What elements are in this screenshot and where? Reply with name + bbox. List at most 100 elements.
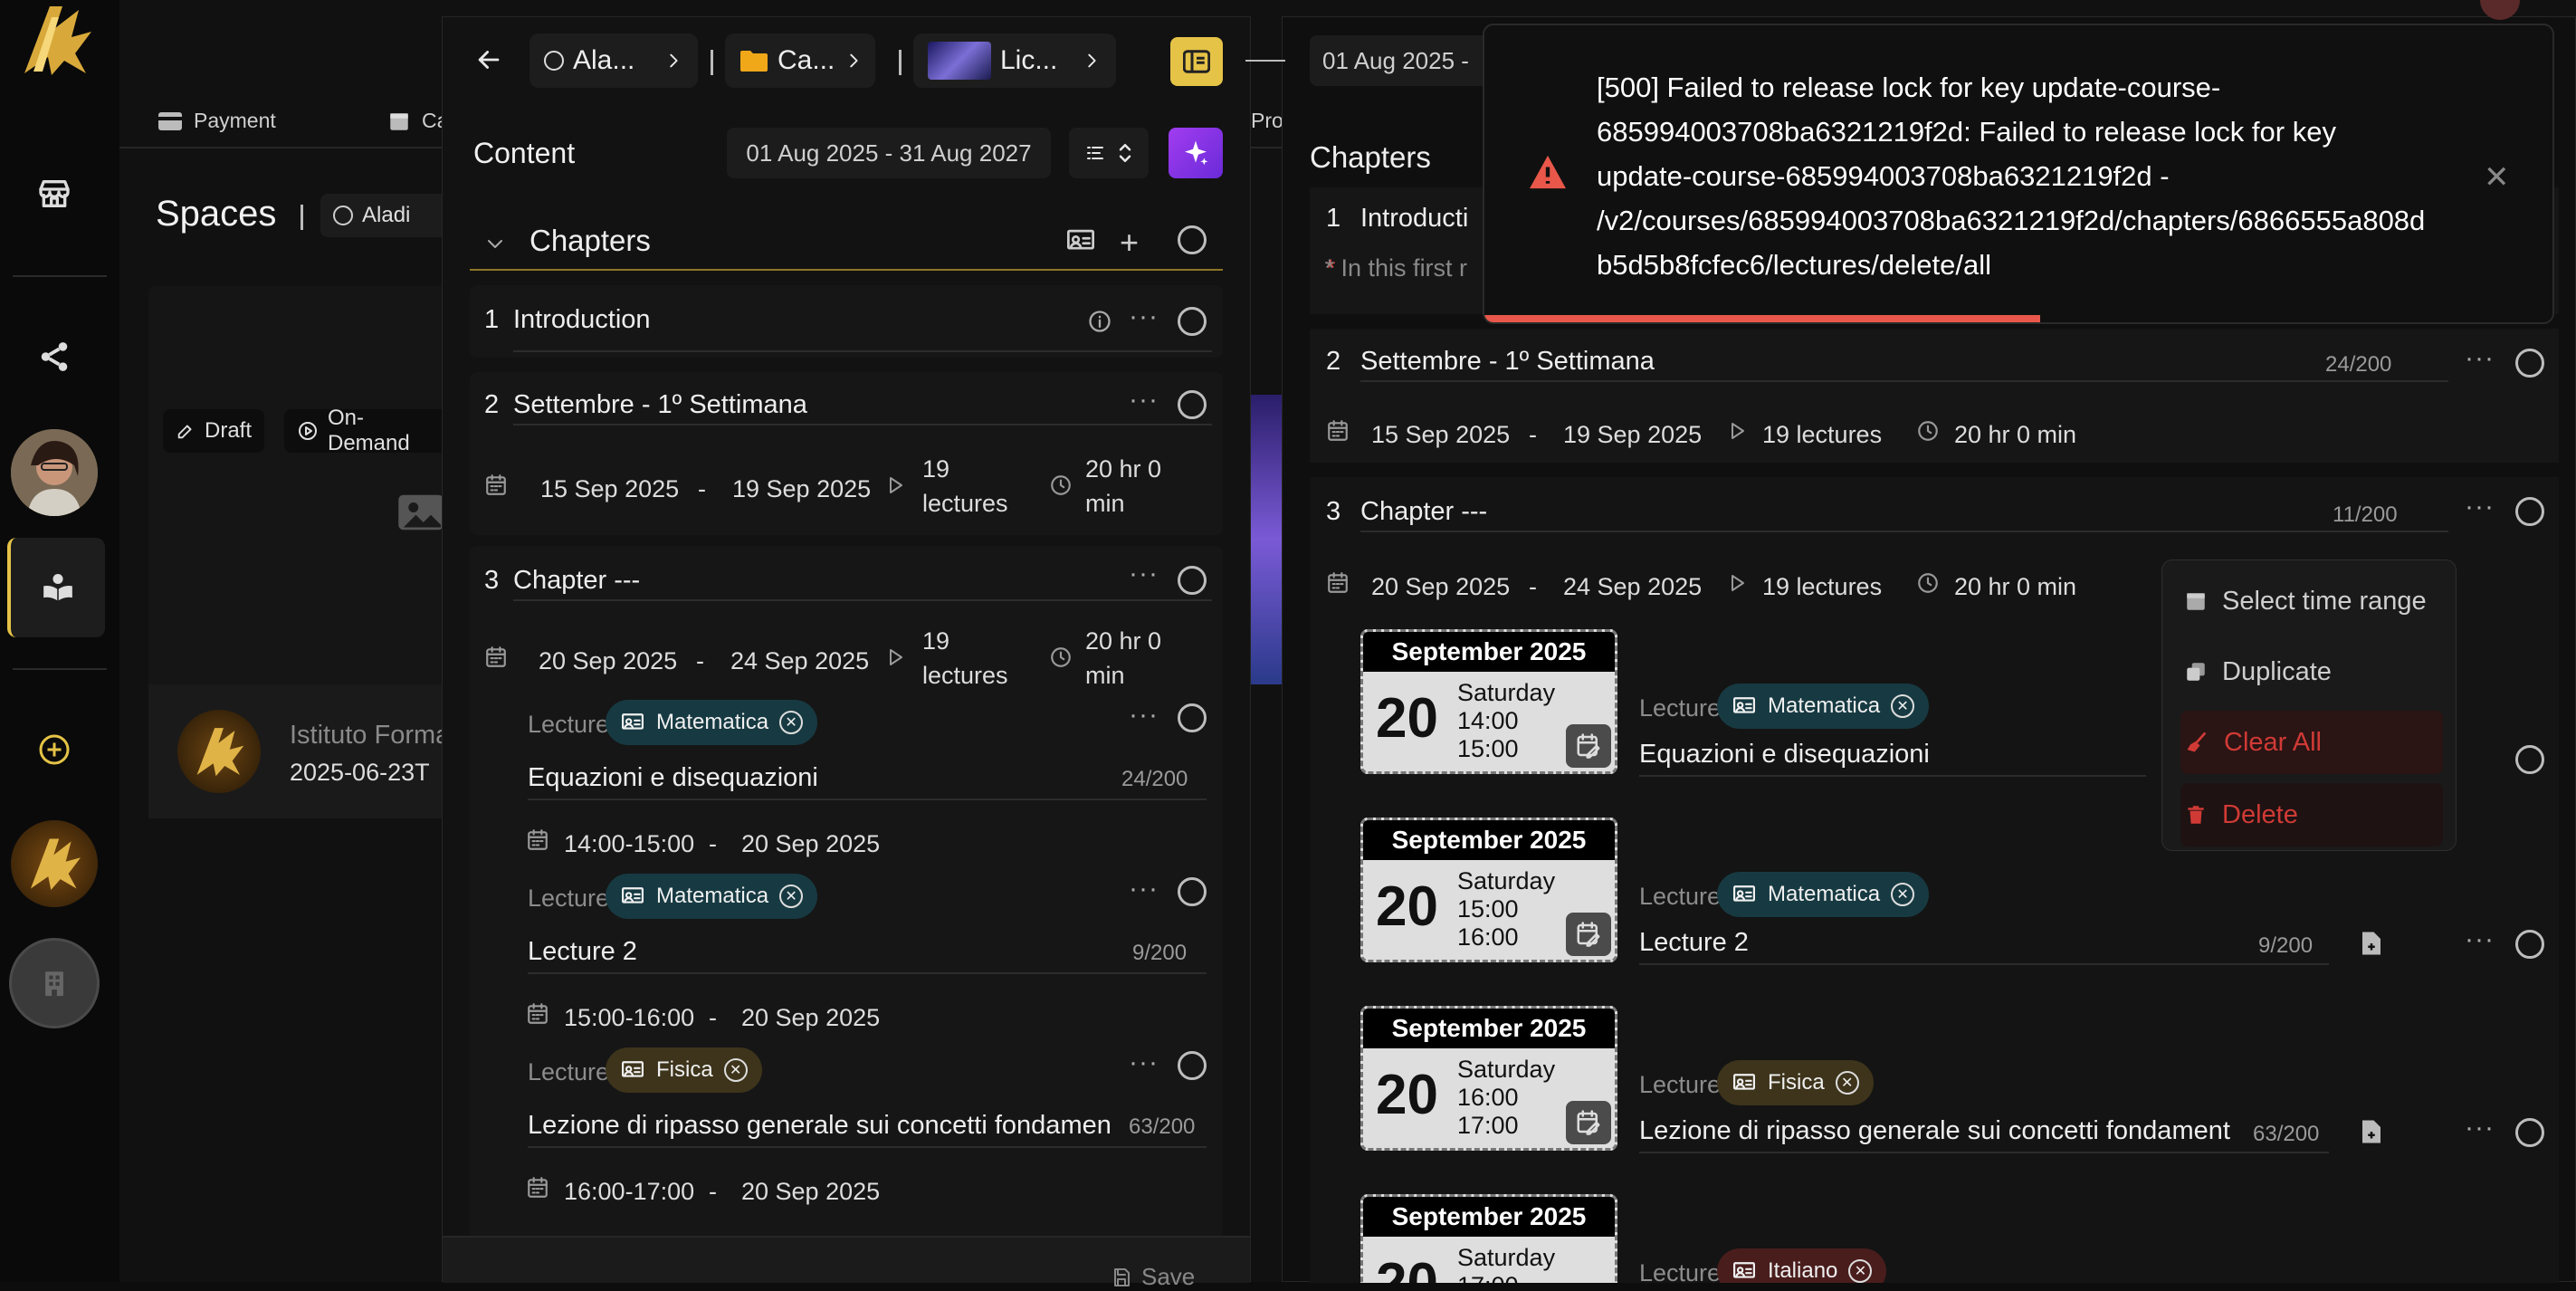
close-icon[interactable]: ✕ [779,885,804,908]
plus-circle-icon[interactable] [25,721,83,779]
avatar[interactable] [11,429,98,516]
back-arrow-icon[interactable] [473,44,504,75]
draft-badge: Draft [163,409,265,453]
play-icon [1726,419,1748,443]
info-icon[interactable] [1087,309,1112,334]
share-icon[interactable] [25,328,83,386]
more-icon[interactable]: ··· [1129,700,1159,731]
subject-tag[interactable]: Fisica ✕ [606,1047,762,1093]
lecture-radio[interactable] [2515,930,2544,959]
teacher-icon[interactable] [1065,227,1096,254]
org-avatar[interactable] [11,820,98,907]
lecture-radio[interactable] [1178,703,1207,732]
more-icon[interactable]: ··· [2465,1113,2495,1143]
add-chapter-button[interactable]: + [1120,224,1139,262]
lecture-radio[interactable] [2515,1118,2544,1147]
save-button[interactable]: Save [1111,1263,1195,1291]
subject-tag[interactable]: Matematica ✕ [606,874,818,919]
chapter-radio[interactable] [1178,390,1207,419]
lecture-title[interactable]: Lecture 2 [1639,928,2329,965]
subject-tag[interactable]: Italiano ✕ [1717,1248,1887,1283]
lecture-radio[interactable] [1178,1051,1207,1080]
breadcrumb-space[interactable]: Ala... [530,33,698,88]
chapter-radio[interactable] [2515,497,2544,526]
view-sort-button[interactable] [1069,128,1149,178]
chapter-title[interactable]: Chapter --- [513,566,1212,601]
subject-tag[interactable]: Matematica ✕ [606,700,818,745]
date-card-day: 20 [1376,687,1438,750]
lecture-title[interactable]: Lezione di ripasso generale sui concetti… [528,1111,1207,1148]
chevron-down-icon[interactable] [484,233,506,254]
chapter-card-2[interactable]: 2 Settembre - 1º Settimana ··· 15 Sep 20… [470,372,1223,535]
chapter-card-3[interactable]: 3 Chapter --- ··· 20 Sep 2025 - 24 Sep 2… [470,546,1223,1283]
date-card[interactable]: September 2025 20 Saturday 15:00 16:00 [1360,818,1617,962]
building-icon[interactable] [9,938,100,1028]
date-card-day: 20 [1376,1251,1438,1283]
calendar-icon [526,828,549,852]
chapter-title[interactable]: Chapter --- [1360,497,2448,532]
close-icon[interactable]: ✕ [779,711,804,734]
lecture-item[interactable]: Lecture 3.3 Fisica ✕ ··· Lezione di ripas… [470,1047,1223,1234]
courses-nav[interactable] [7,538,105,637]
lecture-title[interactable]: Lezione di ripasso generale sui concetti… [1639,1116,2329,1153]
lecture-row[interactable]: September 2025 20 Saturday 16:00 17:00 Lec… [1310,1006,2559,1187]
lecture-title[interactable]: Equazioni e disequazioni [528,763,1207,800]
chapter-card-1[interactable]: 1 Introduction ··· [470,285,1223,358]
store-icon[interactable] [25,165,83,223]
ai-sparkle-icon[interactable] [1169,128,1223,178]
date-range-chip[interactable]: 01 Aug 2025 - 31 Aug 2027 [727,128,1051,178]
subject-tag[interactable]: Fisica ✕ [1717,1060,1874,1105]
more-icon[interactable]: ··· [1129,874,1159,904]
menu-select-time-range[interactable]: Select time range [2180,569,2443,633]
lecture-item[interactable]: Lecture 3.1 Matematica ✕ ··· Equazioni e … [470,700,1223,886]
lecture-row[interactable]: September 2025 20 Saturday17:00 Lecture … [1310,1194,2559,1283]
close-icon[interactable]: ✕ [1848,1259,1873,1283]
chapter-title[interactable]: Introduction [513,305,1056,339]
lecture-item[interactable]: Lecture 3.2 Matematica ✕ ··· Lecture 2 9/… [470,874,1223,1060]
more-icon[interactable]: ··· [1129,559,1159,589]
more-icon[interactable]: ··· [2465,492,2495,522]
subject-tag[interactable]: Matematica ✕ [1717,872,1930,917]
date-card[interactable]: September 2025 20 Saturday 16:00 17:00 [1360,1006,1617,1151]
chapter-radio[interactable] [1178,566,1207,595]
chapter-card-2[interactable]: 2 Settembre - 1º Settimana 24/200 ··· 15… [1310,329,2559,463]
subject-tag[interactable]: Matematica ✕ [1717,684,1930,729]
tab-payment[interactable]: Payment [157,109,276,133]
breadcrumb-category[interactable]: Ca... [725,33,875,88]
more-icon[interactable]: ··· [1129,385,1159,416]
more-icon[interactable]: ··· [2465,924,2495,955]
edit-schedule-icon[interactable] [1566,913,1611,956]
close-icon[interactable]: ✕ [723,1058,748,1082]
duration-unit: min [1085,662,1125,689]
date-card[interactable]: September 2025 20 Saturday 14:00 15:00 [1360,629,1617,774]
close-icon[interactable]: ✕ [1891,694,1915,718]
lecture-title[interactable]: Lecture 2 [528,937,1207,974]
sidebar-toggle-icon[interactable] [1170,37,1223,86]
chapter-title[interactable]: Settembre - 1º Settimana [1360,347,2448,382]
menu-delete[interactable]: Delete [2180,783,2443,846]
select-all-radio[interactable] [1178,225,1207,254]
logo[interactable] [13,0,100,80]
chapter-radio[interactable] [1178,307,1207,336]
more-icon[interactable]: ··· [1129,301,1159,332]
date-range-chip[interactable]: 01 Aug 2025 - [1310,35,1509,86]
chapter-radio[interactable] [2515,349,2544,378]
file-icon[interactable] [2360,930,2383,957]
edit-schedule-icon[interactable] [1566,1101,1611,1144]
close-icon[interactable]: ✕ [1891,883,1915,906]
close-icon[interactable]: ✕ [1835,1071,1859,1095]
more-icon[interactable]: ··· [1129,1047,1159,1078]
chapter-title[interactable]: Settembre - 1º Settimana [513,390,1212,426]
lecture-title[interactable]: Equazioni e disequazioni [1639,740,2146,777]
edit-schedule-icon[interactable] [1566,724,1611,768]
tab-calendar[interactable]: Ca [387,109,448,133]
close-icon[interactable]: ✕ [2484,159,2510,196]
menu-duplicate[interactable]: Duplicate [2180,640,2443,703]
menu-clear-all[interactable]: Clear All [2180,711,2443,774]
lecture-radio[interactable] [1178,877,1207,906]
file-icon[interactable] [2360,1118,2383,1145]
date-card[interactable]: September 2025 20 Saturday17:00 [1360,1194,1617,1283]
lecture-radio[interactable] [2515,745,2544,774]
more-icon[interactable]: ··· [2465,343,2495,374]
breadcrumb-course[interactable]: Lic... [913,33,1116,88]
